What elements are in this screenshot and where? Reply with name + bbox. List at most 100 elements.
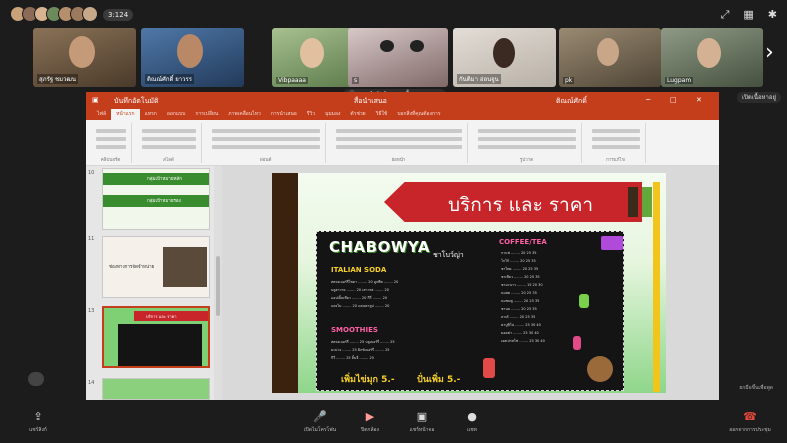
video-tile-name: Vibpaaaa (276, 77, 308, 84)
video-tile[interactable]: กันติมา อ่อนจูน (453, 28, 556, 87)
section-italian-soda: ITALIAN SODA (331, 266, 387, 274)
ribbon-control[interactable] (142, 145, 196, 149)
bottom-bar: ⇪ แชร์ลิงก์ 🎤 เปิดไมโครโฟน ▶ ปิดกล้อง ▣ … (0, 404, 787, 443)
ribbon-control[interactable] (142, 137, 196, 141)
brand-thai: ชาโบว์ญ่า (433, 251, 464, 259)
phone-hangup-icon: ☎ (743, 410, 757, 423)
thumbnail-title: บริการ และ ราคา (146, 314, 177, 319)
powerpoint-window: ▣ บันทึกอัตโนมัติ สื่อนำเสนอ ติณณ์ศักดิ์… (86, 92, 719, 400)
maximize-icon[interactable]: □ (670, 96, 677, 104)
grid-icon[interactable]: ▦ (743, 8, 753, 22)
ribbon-tab[interactable]: หน้าแรก (111, 109, 140, 120)
ribbon-control[interactable] (96, 137, 126, 141)
person-illustration (628, 187, 638, 217)
thumbnail-title: กลุ่มเป้าหมายหลัก (147, 177, 182, 182)
video-tile[interactable]: s (348, 28, 448, 87)
ribbon-control[interactable] (336, 129, 462, 133)
slide-thumbnail[interactable]: ช่องทางการจัดจำหน่าย (102, 236, 210, 298)
ppt-user-name[interactable]: ติณณ์ศักดิ์ (556, 96, 587, 107)
person-illustration (642, 187, 652, 217)
chat-button[interactable]: ● แชท (442, 410, 502, 434)
ribbon-tab[interactable]: การเปลี่ยน (190, 109, 223, 120)
slide-thumbnail-pane: 10 กลุ่มเป้าหมายหลัก กลุ่มเป้าหมายรอง 11… (86, 166, 214, 400)
slide-thumbnail-selected[interactable]: บริการ และ ราคา (102, 306, 210, 368)
leave-button[interactable]: ☎ ออกจากการประชุม (720, 410, 780, 434)
menu-row: โกโก้ ........ 20 25 35 (501, 259, 536, 263)
ribbon-control[interactable] (96, 129, 126, 133)
video-tile[interactable]: สุภรัฐ ชมวฒน (33, 28, 136, 87)
ribbon-group-label: คลิปบอร์ด (100, 158, 121, 163)
chat-icon: ● (467, 410, 477, 423)
video-tile-name: Lugpam (665, 77, 694, 84)
thumbnail-number: 14 (88, 380, 95, 386)
participant-avatars[interactable] (10, 6, 98, 22)
camera-off-icon: ▶ (365, 410, 375, 423)
ribbon-tab[interactable]: มุมมอง (320, 109, 345, 120)
ribbon-control[interactable] (592, 145, 640, 149)
ribbon-tab[interactable]: ภาพเคลื่อนไหว (223, 109, 266, 120)
content-button[interactable]: เปิดเนื้อหาอยู่ (737, 92, 781, 103)
minimize-icon[interactable]: ─ (646, 96, 650, 104)
menu-row: คาปูชิโน่ ........ 25 30 40 (501, 323, 541, 327)
ribbon-control[interactable] (336, 137, 462, 141)
thumbnail-title: กลุ่มเป้าหมายรอง (147, 199, 181, 204)
close-icon[interactable]: ✕ (696, 96, 702, 104)
ribbon-tab[interactable]: แทรก (140, 109, 162, 120)
ribbon-group: สไลด์ (136, 123, 202, 163)
ribbon-tab[interactable]: ตัวช่วย (345, 109, 370, 120)
video-tile[interactable]: ติณณ์ศักดิ์ ยาวรร (141, 28, 244, 87)
ribbon-tab[interactable]: บอกสิ่งที่คุณต้องการ (392, 109, 445, 120)
ribbon-group-label: รูปวาด (519, 158, 534, 163)
ppt-document-title: สื่อนำเสนอ (354, 97, 387, 105)
menu-row: นมชมพู ........ 20 25 35 (501, 299, 540, 303)
chevron-right-icon[interactable]: › (765, 40, 774, 65)
thumbnail-title: ช่องทางการจัดจำหน่าย (109, 265, 155, 270)
scroll-thumb[interactable] (216, 256, 220, 316)
slide-thumbnail[interactable] (102, 378, 210, 400)
gear-icon[interactable]: ✱ (768, 8, 777, 22)
menu-row: ชามะนาว ........ 15 20 30 (501, 283, 543, 287)
ribbon-tab[interactable]: รีวิว (302, 109, 320, 120)
ribbon-control[interactable] (212, 129, 320, 133)
chat-bubble-icon[interactable] (28, 372, 44, 386)
ribbon-control[interactable] (478, 145, 576, 149)
section-coffee-tea: COFFEE/TEA (499, 238, 547, 246)
section-smoothies: SMOOTHIES (331, 326, 378, 334)
fullscreen-icon[interactable]: ⤢ (721, 8, 730, 22)
ribbon-control[interactable] (336, 145, 462, 149)
video-tile[interactable]: Lugpam (661, 28, 763, 87)
ribbon-control[interactable] (142, 129, 196, 133)
ribbon-group-label: การแก้ไข (606, 158, 625, 163)
menu-row: เอสเปรสโซ่ ........ 25 30 40 (501, 339, 545, 343)
ribbon-control[interactable] (212, 145, 320, 149)
save-icon[interactable]: ▣ (92, 96, 99, 104)
chat-label: แชท (467, 427, 477, 433)
meeting-window: 3:124 ⤢ ▦ ✱ สุภรัฐ ชมวฒน ติณณ์ศักดิ์ ยาว… (0, 0, 787, 443)
ribbon-control[interactable] (212, 137, 320, 141)
promo-pearl: เพิ่มไข่มุก 5.- (341, 375, 395, 385)
ribbon-tab[interactable]: ออกแบบ (162, 109, 191, 120)
slide-thumbnail[interactable]: กลุ่มเป้าหมายหลัก กลุ่มเป้าหมายรอง (102, 168, 210, 230)
ribbon-tab[interactable]: วิธีใช้ (371, 109, 393, 120)
ribbon-control[interactable] (592, 137, 640, 141)
menu-row: มอคค่า ........ 25 30 40 (501, 331, 539, 335)
leave-label: ออกจากการประชุม (729, 427, 771, 433)
slide-canvas: บริการ และ ราคา CHABOWYA ชาโบว์ญ่า ITALI… (222, 166, 719, 400)
share-link-button[interactable]: ⇪ แชร์ลิงก์ (8, 410, 68, 434)
avatar (82, 6, 98, 22)
participant-count[interactable]: 3:124 (103, 9, 134, 21)
ribbon-tab[interactable]: การนำเสนอ (266, 109, 302, 120)
ribbon-control[interactable] (478, 129, 576, 133)
video-tile[interactable]: pk (559, 28, 661, 87)
ribbon-control[interactable] (478, 137, 576, 141)
camera-button[interactable]: ▶ ปิดกล้อง (340, 410, 400, 434)
ppt-title-bar: ▣ บันทึกอัตโนมัติ สื่อนำเสนอ ติณณ์ศักดิ์… (86, 92, 719, 109)
video-strip: สุภรัฐ ชมวฒน ติณณ์ศักดิ์ ยาวรร Vibpaaaa … (33, 28, 763, 88)
thumbnail-number: 11 (88, 236, 95, 242)
ribbon-control[interactable] (592, 129, 640, 133)
slide-accent-bar (653, 182, 660, 392)
thumbnail-scrollbar[interactable] (214, 166, 222, 400)
ribbon-control[interactable] (96, 145, 126, 149)
ribbon-tab[interactable]: ไฟล์ (92, 109, 111, 120)
slide[interactable]: บริการ และ ราคา CHABOWYA ชาโบว์ญ่า ITALI… (272, 173, 666, 393)
